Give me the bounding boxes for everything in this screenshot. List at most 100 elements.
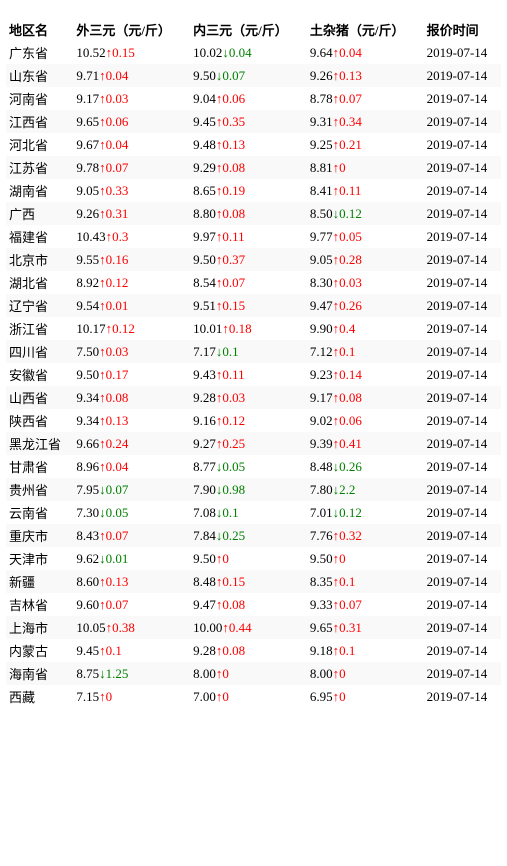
cell-tuzha: 9.90↑0.4 xyxy=(307,317,424,340)
cell-waisan: 10.05↑0.38 xyxy=(73,616,190,639)
cell-date: 2019-07-14 xyxy=(424,570,501,593)
cell-date: 2019-07-14 xyxy=(424,524,501,547)
cell-date: 2019-07-14 xyxy=(424,317,501,340)
cell-neisan: 8.54↑0.07 xyxy=(190,271,307,294)
cell-date: 2019-07-14 xyxy=(424,271,501,294)
table-row: 山西省 9.34↑0.08 9.28↑0.03 9.17↑0.08 2019-0… xyxy=(6,386,501,409)
cell-region: 江西省 xyxy=(6,110,73,133)
cell-date: 2019-07-14 xyxy=(424,87,501,110)
cell-waisan: 9.62↓0.01 xyxy=(73,547,190,570)
cell-waisan: 9.66↑0.24 xyxy=(73,432,190,455)
cell-date: 2019-07-14 xyxy=(424,409,501,432)
cell-waisan: 10.17↑0.12 xyxy=(73,317,190,340)
cell-waisan: 9.60↑0.07 xyxy=(73,593,190,616)
cell-tuzha: 9.64↑0.04 xyxy=(307,41,424,64)
cell-region: 河南省 xyxy=(6,87,73,110)
cell-tuzha: 9.02↑0.06 xyxy=(307,409,424,432)
cell-date: 2019-07-14 xyxy=(424,432,501,455)
table-row: 陕西省 9.34↑0.13 9.16↑0.12 9.02↑0.06 2019-0… xyxy=(6,409,501,432)
cell-date: 2019-07-14 xyxy=(424,455,501,478)
cell-region: 上海市 xyxy=(6,616,73,639)
col-date: 报价时间 xyxy=(424,18,501,41)
cell-tuzha: 9.39↑0.41 xyxy=(307,432,424,455)
table-row: 四川省 7.50↑0.03 7.17↓0.1 7.12↑0.1 2019-07-… xyxy=(6,340,501,363)
cell-date: 2019-07-14 xyxy=(424,662,501,685)
cell-tuzha: 8.81↑0 xyxy=(307,156,424,179)
cell-date: 2019-07-14 xyxy=(424,478,501,501)
cell-neisan: 8.48↑0.15 xyxy=(190,570,307,593)
cell-neisan: 7.00↑0 xyxy=(190,685,307,708)
cell-neisan: 9.47↑0.08 xyxy=(190,593,307,616)
cell-date: 2019-07-14 xyxy=(424,547,501,570)
cell-date: 2019-07-14 xyxy=(424,386,501,409)
cell-waisan: 9.71↑0.04 xyxy=(73,64,190,87)
table-row: 海南省 8.75↓1.25 8.00↑0 8.00↑0 2019-07-14 xyxy=(6,662,501,685)
table-row: 河北省 9.67↑0.04 9.48↑0.13 9.25↑0.21 2019-0… xyxy=(6,133,501,156)
cell-tuzha: 9.65↑0.31 xyxy=(307,616,424,639)
cell-neisan: 8.65↑0.19 xyxy=(190,179,307,202)
table-row: 广东省 10.52↑0.15 10.02↓0.04 9.64↑0.04 2019… xyxy=(6,41,501,64)
cell-neisan: 7.17↓0.1 xyxy=(190,340,307,363)
cell-neisan: 8.77↓0.05 xyxy=(190,455,307,478)
cell-region: 河北省 xyxy=(6,133,73,156)
table-row: 湖南省 9.05↑0.33 8.65↑0.19 8.41↑0.11 2019-0… xyxy=(6,179,501,202)
cell-date: 2019-07-14 xyxy=(424,363,501,386)
cell-date: 2019-07-14 xyxy=(424,41,501,64)
col-region: 地区名 xyxy=(6,18,73,41)
cell-waisan: 9.34↑0.08 xyxy=(73,386,190,409)
cell-waisan: 8.75↓1.25 xyxy=(73,662,190,685)
cell-tuzha: 8.30↑0.03 xyxy=(307,271,424,294)
table-row: 甘肃省 8.96↑0.04 8.77↓0.05 8.48↓0.26 2019-0… xyxy=(6,455,501,478)
cell-neisan: 8.00↑0 xyxy=(190,662,307,685)
cell-region: 黑龙江省 xyxy=(6,432,73,455)
cell-date: 2019-07-14 xyxy=(424,248,501,271)
cell-region: 广西 xyxy=(6,202,73,225)
cell-neisan: 9.28↑0.03 xyxy=(190,386,307,409)
cell-waisan: 9.54↑0.01 xyxy=(73,294,190,317)
price-table: 地区名 外三元（元/斤） 内三元（元/斤） 土杂猪（元/斤） 报价时间 广东省 … xyxy=(6,18,501,708)
header-row: 地区名 外三元（元/斤） 内三元（元/斤） 土杂猪（元/斤） 报价时间 xyxy=(6,18,501,41)
cell-tuzha: 6.95↑0 xyxy=(307,685,424,708)
cell-region: 安徽省 xyxy=(6,363,73,386)
cell-neisan: 9.51↑0.15 xyxy=(190,294,307,317)
cell-tuzha: 7.76↑0.32 xyxy=(307,524,424,547)
cell-waisan: 9.55↑0.16 xyxy=(73,248,190,271)
table-header: 地区名 外三元（元/斤） 内三元（元/斤） 土杂猪（元/斤） 报价时间 xyxy=(6,18,501,41)
table-row: 北京市 9.55↑0.16 9.50↑0.37 9.05↑0.28 2019-0… xyxy=(6,248,501,271)
cell-region: 湖北省 xyxy=(6,271,73,294)
cell-waisan: 7.30↓0.05 xyxy=(73,501,190,524)
cell-neisan: 9.04↑0.06 xyxy=(190,87,307,110)
cell-tuzha: 8.35↑0.1 xyxy=(307,570,424,593)
cell-tuzha: 7.01↓0.12 xyxy=(307,501,424,524)
cell-tuzha: 8.50↓0.12 xyxy=(307,202,424,225)
table-row: 湖北省 8.92↑0.12 8.54↑0.07 8.30↑0.03 2019-0… xyxy=(6,271,501,294)
cell-region: 甘肃省 xyxy=(6,455,73,478)
cell-waisan: 8.60↑0.13 xyxy=(73,570,190,593)
cell-waisan: 8.92↑0.12 xyxy=(73,271,190,294)
cell-waisan: 9.05↑0.33 xyxy=(73,179,190,202)
cell-region: 福建省 xyxy=(6,225,73,248)
cell-waisan: 7.95↓0.07 xyxy=(73,478,190,501)
table-row: 黑龙江省 9.66↑0.24 9.27↑0.25 9.39↑0.41 2019-… xyxy=(6,432,501,455)
table-row: 福建省 10.43↑0.3 9.97↑0.11 9.77↑0.05 2019-0… xyxy=(6,225,501,248)
cell-waisan: 7.15↑0 xyxy=(73,685,190,708)
cell-neisan: 9.16↑0.12 xyxy=(190,409,307,432)
table-row: 天津市 9.62↓0.01 9.50↑0 9.50↑0 2019-07-14 xyxy=(6,547,501,570)
cell-region: 海南省 xyxy=(6,662,73,685)
cell-region: 重庆市 xyxy=(6,524,73,547)
cell-tuzha: 7.12↑0.1 xyxy=(307,340,424,363)
cell-waisan: 9.34↑0.13 xyxy=(73,409,190,432)
cell-neisan: 7.84↓0.25 xyxy=(190,524,307,547)
cell-region: 云南省 xyxy=(6,501,73,524)
cell-neisan: 9.50↓0.07 xyxy=(190,64,307,87)
cell-date: 2019-07-14 xyxy=(424,179,501,202)
cell-neisan: 9.50↑0 xyxy=(190,547,307,570)
cell-neisan: 10.00↑0.44 xyxy=(190,616,307,639)
cell-date: 2019-07-14 xyxy=(424,225,501,248)
cell-region: 贵州省 xyxy=(6,478,73,501)
cell-neisan: 10.02↓0.04 xyxy=(190,41,307,64)
table-row: 辽宁省 9.54↑0.01 9.51↑0.15 9.47↑0.26 2019-0… xyxy=(6,294,501,317)
col-neisan: 内三元（元/斤） xyxy=(190,18,307,41)
cell-neisan: 9.29↑0.08 xyxy=(190,156,307,179)
table-body: 广东省 10.52↑0.15 10.02↓0.04 9.64↑0.04 2019… xyxy=(6,41,501,708)
